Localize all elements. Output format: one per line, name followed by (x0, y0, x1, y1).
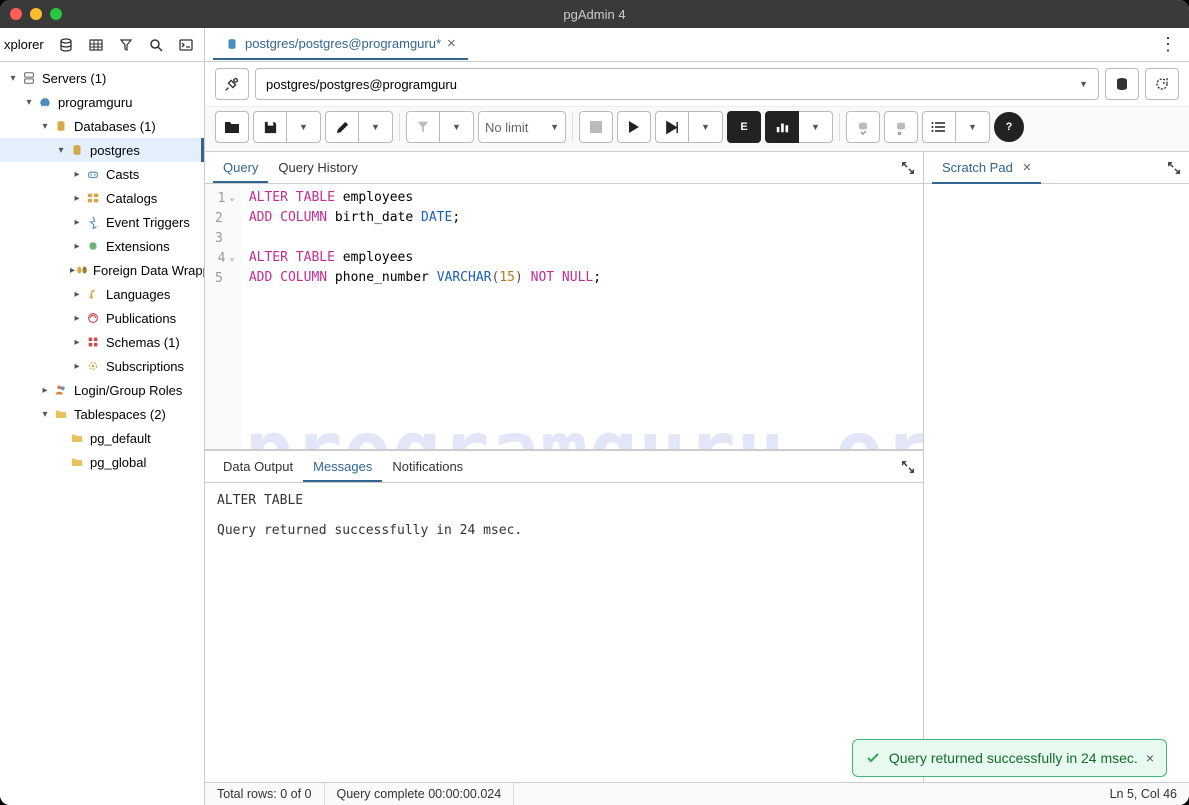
tree-item[interactable]: ▸Event Triggers (0, 210, 204, 234)
tab-menu[interactable]: ⋮ (1155, 30, 1181, 59)
expand-output-icon[interactable] (901, 460, 915, 474)
tree-item[interactable]: ▸Catalogs (0, 186, 204, 210)
explorer-title: xplorer (4, 37, 44, 52)
statusbar: Total rows: 0 of 0 Query complete 00:00:… (205, 782, 1189, 805)
status-time: Query complete 00:00:00.024 (325, 783, 515, 805)
status-rows: Total rows: 0 of 0 (205, 783, 325, 805)
explain-e-button[interactable]: E (727, 111, 761, 143)
tree-item[interactable]: ▸Publications (0, 306, 204, 330)
chevron-down-icon: ▼ (1079, 79, 1088, 89)
sql-editor[interactable]: 1⌄234⌄5 ALTER TABLE employeesADD COLUMN … (205, 184, 923, 449)
stop-button[interactable] (579, 111, 613, 143)
tree-item[interactable]: pg_default (0, 426, 204, 450)
window-minimize[interactable] (30, 8, 42, 20)
expand-editor-icon[interactable] (901, 161, 915, 175)
database-icon (68, 142, 86, 158)
roles-icon (52, 382, 70, 398)
query-toolbar: ▼ ▼ ▼ No limit ▼ ▼ E (205, 107, 1189, 152)
tree-item[interactable]: ▸Subscriptions (0, 354, 204, 378)
elephant-icon (36, 94, 54, 110)
edit-dropdown[interactable]: ▼ (359, 111, 393, 143)
terminal-icon[interactable] (172, 32, 200, 58)
window-title: pgAdmin 4 (563, 7, 625, 22)
limit-dropdown[interactable]: No limit ▼ (478, 111, 566, 143)
tablespace-folder-icon (52, 406, 70, 422)
grid-icon[interactable] (82, 32, 110, 58)
connection-dropdown[interactable]: postgres/postgres@programguru ▼ (255, 68, 1099, 100)
filter-tree-icon[interactable] (112, 32, 140, 58)
tree-databases[interactable]: ▾ Databases (1) (0, 114, 204, 138)
connection-status-button[interactable] (215, 68, 249, 100)
tree-servers[interactable]: ▾ Servers (1) (0, 66, 204, 90)
window-close[interactable] (10, 8, 22, 20)
data-output-tab[interactable]: Data Output (213, 453, 303, 480)
success-toast: Query returned successfully in 24 msec. … (852, 739, 1167, 777)
filter-button[interactable] (406, 111, 440, 143)
explain-analyze-button[interactable] (765, 111, 799, 143)
tree-item[interactable]: ▸Extensions (0, 234, 204, 258)
titlebar: pgAdmin 4 (0, 0, 1189, 28)
close-icon[interactable]: × (1146, 750, 1154, 766)
pg-icon (225, 37, 239, 51)
servers-icon (20, 70, 38, 86)
tree-postgres-db[interactable]: ▾ postgres (0, 138, 204, 162)
messages-output: ALTER TABLE Query returned successfully … (205, 483, 923, 782)
scratch-tab[interactable]: Scratch Pad × (932, 153, 1041, 184)
tree-server[interactable]: ▾ programguru (0, 90, 204, 114)
tree-item[interactable]: ▸Casts (0, 162, 204, 186)
save-button[interactable] (253, 111, 287, 143)
close-icon[interactable]: × (447, 35, 456, 52)
help-button[interactable]: ? (994, 112, 1024, 142)
status-cursor: Ln 5, Col 46 (1098, 787, 1189, 801)
execute-button[interactable] (617, 111, 651, 143)
toast-message: Query returned successfully in 24 msec. (889, 750, 1138, 766)
rollback-button[interactable] (884, 111, 918, 143)
macros-button[interactable] (922, 111, 956, 143)
tree[interactable]: ▾ Servers (1) ▾ programguru ▾ Databases … (0, 62, 204, 805)
tab-label: postgres/postgres@programguru* (245, 36, 441, 51)
tree-tablespaces[interactable]: ▾ Tablespaces (2) (0, 402, 204, 426)
new-connection-button[interactable] (1105, 68, 1139, 100)
check-icon (865, 750, 881, 766)
tree-item[interactable]: ▸Foreign Data Wrappers (0, 258, 204, 282)
explain-dropdown[interactable]: ▼ (689, 111, 723, 143)
notifications-tab[interactable]: Notifications (382, 453, 473, 480)
main-tabbar: postgres/postgres@programguru* × ⋮ (205, 28, 1189, 62)
tree-item[interactable]: ▸Languages (0, 282, 204, 306)
messages-tab[interactable]: Messages (303, 453, 382, 482)
object-explorer: xplorer ▾ Servers (1) ▾ programguru ▾ Da… (0, 28, 205, 805)
edit-button[interactable] (325, 111, 359, 143)
commit-button[interactable] (846, 111, 880, 143)
macros-dropdown[interactable]: ▼ (956, 111, 990, 143)
save-dropdown[interactable]: ▼ (287, 111, 321, 143)
explain-button[interactable] (655, 111, 689, 143)
filter-dropdown[interactable]: ▼ (440, 111, 474, 143)
history-subtab[interactable]: Query History (268, 154, 367, 181)
query-tab[interactable]: postgres/postgres@programguru* × (213, 29, 468, 60)
window-maximize[interactable] (50, 8, 62, 20)
open-button[interactable] (215, 111, 249, 143)
query-subtab[interactable]: Query (213, 154, 268, 183)
tree-item[interactable]: ▸Schemas (1) (0, 330, 204, 354)
db-icon[interactable] (52, 32, 80, 58)
expand-scratch-icon[interactable] (1167, 161, 1181, 175)
search-icon[interactable] (142, 32, 170, 58)
tree-item[interactable]: pg_global (0, 450, 204, 474)
reset-layout-button[interactable] (1145, 68, 1179, 100)
tree-login-roles[interactable]: ▸ Login/Group Roles (0, 378, 204, 402)
analyze-dropdown[interactable]: ▼ (799, 111, 833, 143)
close-icon[interactable]: × (1022, 159, 1031, 176)
databases-icon (52, 118, 70, 134)
